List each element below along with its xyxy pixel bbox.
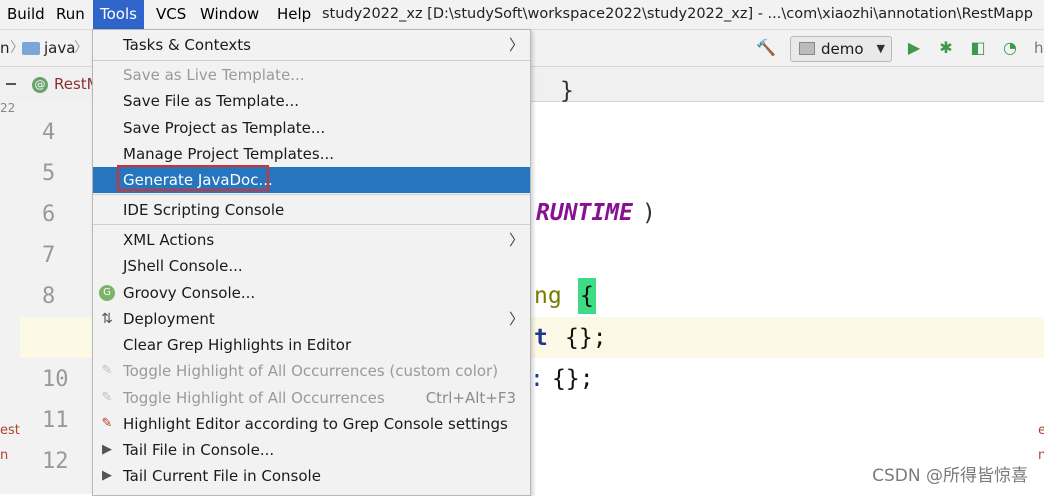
folder-icon [22, 42, 40, 55]
groovy-icon: G [99, 285, 115, 301]
run-config-selector[interactable]: demo ▼ [790, 36, 892, 62]
play-icon: ▶ [102, 442, 112, 457]
menu-help[interactable]: Help [270, 0, 318, 29]
strip-number: 22 [0, 101, 16, 115]
highlighter-icon: ✎ [101, 390, 113, 405]
menu-item-toggle-highlight-all: ✎ Toggle Highlight of All Occurrences Ct… [93, 385, 530, 411]
menu-item-manage-project-templates[interactable]: Manage Project Templates... [93, 141, 530, 167]
code-fragment: {}; [552, 366, 594, 392]
menu-vcs[interactable]: VCS [149, 0, 193, 29]
run-config-label: demo [821, 40, 864, 58]
menu-separator [93, 194, 530, 195]
menu-item-xml-actions[interactable]: XML Actions 〉 [93, 227, 530, 253]
code-fragment: t [534, 325, 548, 351]
menu-item-jshell-console[interactable]: JShell Console... [93, 253, 530, 279]
code-fragment: ng [534, 283, 562, 309]
chevron-right-icon: 〉 [508, 310, 524, 328]
menu-build[interactable]: Build [0, 0, 52, 29]
menu-separator [93, 60, 530, 61]
play-icon: ▶ [102, 468, 112, 483]
debug-bug-icon[interactable]: ✱ [936, 38, 956, 58]
line-number: 10 [42, 367, 69, 392]
menu-item-tasks-contexts[interactable]: Tasks & Contexts 〉 [93, 32, 530, 58]
chevron-down-icon: ▼ [876, 42, 885, 55]
strip-rest-text: est [0, 423, 20, 438]
menu-bar: Build Run Tools VCS Window Help study202… [0, 0, 1044, 30]
toolbar-cut-text: h [1034, 39, 1044, 57]
menu-item-ide-scripting-console[interactable]: IDE Scripting Console [93, 197, 530, 223]
shortcut-label: Ctrl+Alt+F3 [425, 389, 516, 407]
annotation-icon: @ [32, 76, 48, 93]
menu-item-tail-current-file[interactable]: ▶ Tail Current File in Console [93, 463, 530, 489]
chevron-right-icon: 〉 [508, 36, 524, 54]
chevron-right-icon: 〉 [508, 231, 524, 249]
highlighter-icon: ✎ [101, 363, 113, 378]
line-number: 6 [42, 202, 56, 227]
breadcrumb-separator: 〉 [74, 40, 88, 56]
code-fragment: } [560, 78, 574, 104]
strip-n-text: n [0, 448, 9, 463]
config-icon [799, 42, 815, 55]
deployment-arrows-icon: ⇅ [101, 311, 113, 327]
watermark: CSDN @所得皆惊喜 [872, 466, 1028, 486]
line-number: 4 [42, 120, 56, 145]
menu-window[interactable]: Window [193, 0, 266, 29]
profile-icon[interactable]: ◔ [1000, 38, 1020, 58]
right-edge-fragment: e [1038, 423, 1044, 438]
menu-item-toggle-highlight-custom: ✎ Toggle Highlight of All Occurrences (c… [93, 358, 530, 384]
editor-tab[interactable]: @ RestM [24, 67, 100, 101]
build-hammer-icon[interactable]: 🔨 [756, 38, 776, 58]
line-number: 11 [42, 408, 69, 433]
highlighter-red-icon: ✎ [101, 416, 113, 431]
run-icon[interactable]: ▶ [904, 38, 924, 58]
coverage-icon[interactable]: ◧ [968, 38, 988, 58]
menu-item-clear-grep-highlights[interactable]: Clear Grep Highlights in Editor [93, 332, 530, 358]
window-title: study2022_xz [D:\studySoft\workspace2022… [322, 6, 1033, 22]
menu-item-highlight-editor-grep[interactable]: ✎ Highlight Editor according to Grep Con… [93, 411, 530, 437]
code-keyword-runtime: RUNTIME [536, 200, 633, 226]
tools-dropdown-menu: Tasks & Contexts 〉 Save as Live Template… [92, 29, 531, 496]
menu-item-save-file-template[interactable]: Save File as Template... [93, 88, 530, 114]
code-brace: { [580, 283, 594, 309]
menu-separator [93, 224, 530, 225]
menu-item-tail-file[interactable]: ▶ Tail File in Console... [93, 437, 530, 463]
menu-item-save-live-template: Save as Live Template... [123, 66, 305, 84]
menu-item-deployment[interactable]: ⇅ Deployment 〉 [93, 306, 530, 332]
collapse-icon[interactable] [6, 83, 16, 85]
highlight-annotation-box [117, 165, 269, 191]
line-number: 8 [42, 284, 56, 309]
right-edge-fragment: n [1038, 448, 1044, 463]
code-fragment: {}; [565, 325, 607, 351]
line-number: 7 [42, 243, 56, 268]
left-tool-strip: 22 est n [0, 101, 21, 494]
menu-run[interactable]: Run [49, 0, 92, 29]
line-number: 5 [42, 161, 56, 186]
line-number: 12 [42, 449, 69, 474]
code-fragment: : [530, 366, 544, 392]
menu-tools[interactable]: Tools [93, 0, 144, 29]
menu-item-save-project-template[interactable]: Save Project as Template... [93, 115, 530, 141]
breadcrumb-java[interactable]: java [44, 30, 75, 66]
line-number-gutter: 4 5 6 7 8 9 10 11 12 [20, 101, 92, 494]
menu-item-groovy-console[interactable]: G Groovy Console... [93, 280, 530, 306]
breadcrumb-prev[interactable]: n [0, 30, 10, 66]
code-paren: ) [642, 200, 656, 226]
